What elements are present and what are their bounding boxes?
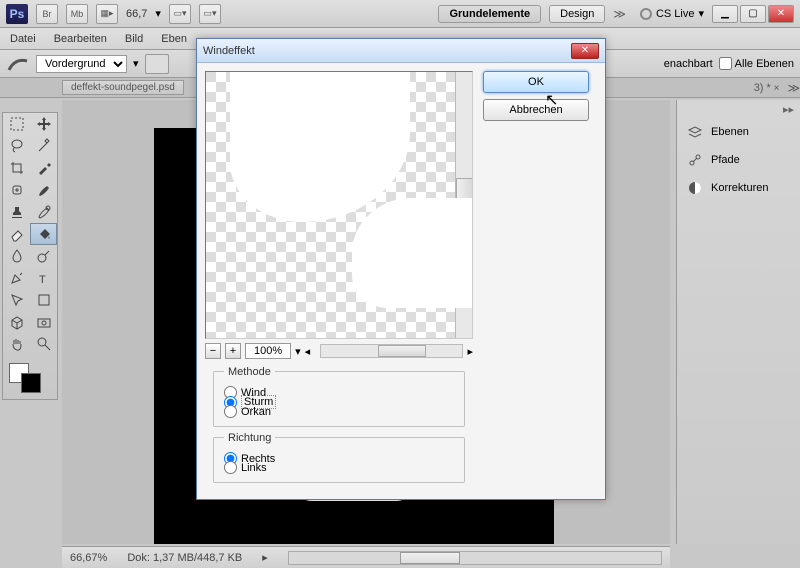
zoom-tool-icon[interactable]: [30, 333, 57, 355]
cs-live-icon: [640, 8, 652, 20]
window-maximize-button[interactable]: ▢: [740, 5, 766, 23]
panel-dock: ▸▸ Ebenen Pfade Korrekturen: [676, 100, 800, 544]
dodge-tool-icon[interactable]: [30, 245, 57, 267]
current-tool-icon[interactable]: [6, 54, 30, 74]
bucket-tool-icon[interactable]: [30, 223, 57, 245]
zoom-in-button[interactable]: +: [225, 343, 241, 359]
mini-bridge-icon[interactable]: Mb: [66, 4, 88, 24]
blur-tool-icon[interactable]: [3, 245, 30, 267]
zoom-level[interactable]: 66,7: [126, 8, 147, 20]
horizontal-scrollbar[interactable]: [288, 551, 662, 565]
status-doc-info[interactable]: Dok: 1,37 MB/448,7 KB: [127, 552, 242, 564]
filmstrip-icon[interactable]: ▦▸: [96, 4, 118, 24]
pen-tool-icon[interactable]: [3, 267, 30, 289]
arrange-icon[interactable]: ▭▾: [199, 4, 221, 24]
crop-tool-icon[interactable]: [3, 157, 30, 179]
adjustments-icon: [687, 180, 703, 196]
color-swatches[interactable]: [3, 359, 57, 399]
menu-ebene[interactable]: Eben: [161, 33, 187, 45]
dialog-close-button[interactable]: ✕: [571, 43, 599, 59]
history-brush-tool-icon[interactable]: [30, 201, 57, 223]
preview-zoom-value[interactable]: 100%: [245, 343, 291, 359]
wand-tool-icon[interactable]: [30, 135, 57, 157]
3d-tool-icon[interactable]: [3, 311, 30, 333]
bridge-icon[interactable]: Br: [36, 4, 58, 24]
panel-expand-icon[interactable]: ▸▸: [677, 100, 800, 118]
tool-palette: T: [2, 112, 58, 400]
dialog-preview[interactable]: [205, 71, 473, 339]
eyedropper-tool-icon[interactable]: [30, 157, 57, 179]
path-select-tool-icon[interactable]: [3, 289, 30, 311]
workspace-more-icon[interactable]: ≫: [613, 7, 626, 21]
screen-mode-icon[interactable]: ▭▾: [169, 4, 191, 24]
move-tool-icon[interactable]: [30, 113, 57, 135]
dialog-titlebar[interactable]: Windeffekt ✕: [197, 39, 605, 63]
document-tab[interactable]: deffekt-soundpegel.psd: [62, 80, 184, 95]
workspace-design[interactable]: Design: [549, 5, 605, 23]
swatch-preview-icon[interactable]: [145, 54, 169, 74]
richtung-group: Richtung Rechts Links: [213, 437, 465, 483]
window-close-button[interactable]: ✕: [768, 5, 794, 23]
shape-tool-icon[interactable]: [30, 289, 57, 311]
status-bar: 66,67% Dok: 1,37 MB/448,7 KB ▸: [62, 546, 670, 568]
menu-datei[interactable]: Datei: [10, 33, 36, 45]
panel-pfade[interactable]: Pfade: [677, 146, 800, 174]
zoom-out-button[interactable]: −: [205, 343, 221, 359]
methode-group: Methode Wind Sturm Orkan: [213, 371, 465, 427]
preview-horizontal-scrollbar[interactable]: [320, 344, 463, 358]
lasso-tool-icon[interactable]: [3, 135, 30, 157]
benachbart-checkbox[interactable]: enachbart: [664, 58, 713, 70]
preview-vertical-scrollbar[interactable]: [455, 72, 473, 338]
window-minimize-button[interactable]: ▁: [712, 5, 738, 23]
eraser-tool-icon[interactable]: [3, 223, 30, 245]
panel-ebenen[interactable]: Ebenen: [677, 118, 800, 146]
menu-bild[interactable]: Bild: [125, 33, 143, 45]
panel-korrekturen[interactable]: Korrekturen: [677, 174, 800, 202]
paths-icon: [687, 152, 703, 168]
marquee-tool-icon[interactable]: [3, 113, 30, 135]
document-tab-extra[interactable]: 3) * ×: [754, 82, 788, 94]
dialog-title: Windeffekt: [203, 45, 255, 57]
radio-orkan[interactable]: Orkan: [224, 405, 454, 418]
richtung-label: Richtung: [224, 432, 275, 444]
photoshop-logo[interactable]: Ps: [6, 4, 28, 24]
type-tool-icon[interactable]: T: [30, 267, 57, 289]
fill-source-select[interactable]: Vordergrund: [36, 55, 127, 73]
menu-bearbeiten[interactable]: Bearbeiten: [54, 33, 107, 45]
preview-scroll-left-icon[interactable]: ◂: [305, 345, 311, 358]
radio-links[interactable]: Links: [224, 461, 454, 474]
ok-button[interactable]: OK: [483, 71, 589, 93]
status-zoom[interactable]: 66,67%: [70, 552, 107, 564]
camera-tool-icon[interactable]: [30, 311, 57, 333]
brush-tool-icon[interactable]: [30, 179, 57, 201]
heal-tool-icon[interactable]: [3, 179, 30, 201]
stamp-tool-icon[interactable]: [3, 201, 30, 223]
background-swatch[interactable]: [21, 373, 41, 393]
tabs-overflow-icon[interactable]: ≫: [787, 81, 800, 95]
zoom-dropdown-icon[interactable]: ▾: [295, 345, 301, 358]
cancel-button[interactable]: Abbrechen: [483, 99, 589, 121]
alle-ebenen-checkbox[interactable]: Alle Ebenen: [719, 57, 794, 70]
wind-dialog: Windeffekt ✕ − + 100% ▾ ◂ ▸ Methode Wind…: [196, 38, 606, 500]
preview-scroll-right-icon[interactable]: ▸: [467, 345, 473, 358]
workspace-grundelemente[interactable]: Grundelemente: [438, 5, 541, 23]
hand-tool-icon[interactable]: [3, 333, 30, 355]
app-top-bar: Ps Br Mb ▦▸ 66,7▾ ▭▾ ▭▾ Grundelemente De…: [0, 0, 800, 28]
cs-live-button[interactable]: CS Live ▾: [640, 7, 704, 20]
svg-text:T: T: [39, 274, 46, 286]
methode-label: Methode: [224, 366, 275, 378]
layers-icon: [687, 124, 703, 140]
